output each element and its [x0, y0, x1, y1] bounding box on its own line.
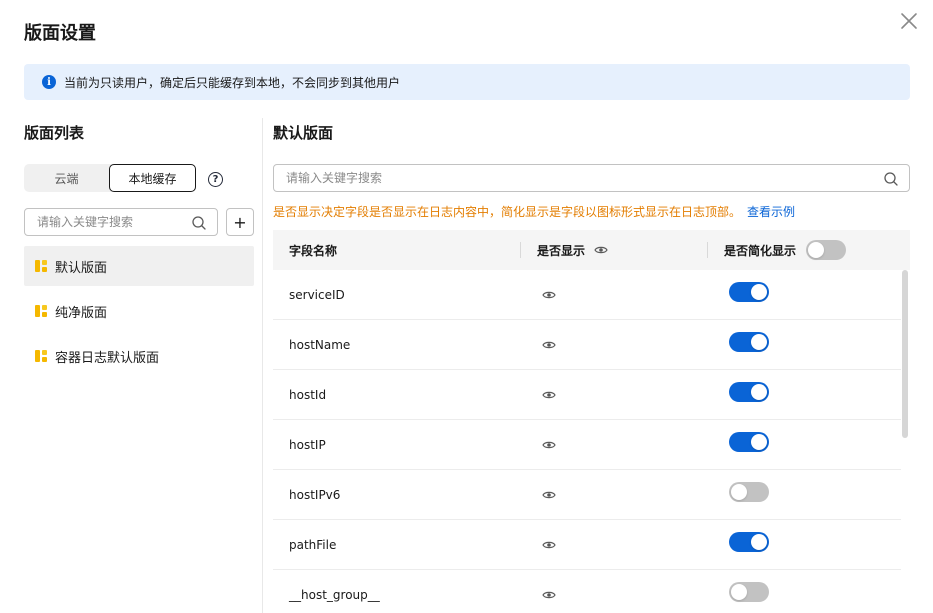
- dialog-title: 版面设置: [24, 23, 96, 44]
- toggle-knob: [751, 534, 767, 550]
- simplify-toggle[interactable]: [729, 332, 769, 352]
- hint-text: 是否显示决定字段是否显示在日志内容中，简化显示是字段以图标形式显示在日志顶部。: [273, 205, 742, 219]
- notice-text: 当前为只读用户，确定后只能缓存到本地，不会同步到其他用户: [64, 75, 401, 90]
- readonly-notice: i 当前为只读用户，确定后只能缓存到本地，不会同步到其他用户: [24, 64, 910, 100]
- field-name: hostIPv6: [289, 488, 341, 502]
- tab-cloud[interactable]: 云端: [24, 164, 109, 192]
- column-header-field-name: 字段名称: [289, 243, 338, 258]
- toggle-knob: [751, 334, 767, 350]
- layout-search-input[interactable]: [25, 209, 217, 235]
- layout-icon: [35, 350, 47, 362]
- field-table-body: serviceID hostName hostId hostIP hostIPv6 pat…: [273, 270, 901, 613]
- eye-icon[interactable]: [542, 538, 556, 552]
- search-icon[interactable]: [883, 171, 899, 187]
- column-divider: [520, 242, 521, 258]
- layout-item[interactable]: 容器日志默认版面: [24, 336, 254, 376]
- simplify-toggle[interactable]: [729, 482, 769, 502]
- simplify-all-toggle[interactable]: [806, 240, 847, 260]
- layout-item-label: 容器日志默认版面: [55, 350, 160, 366]
- column-header-simplify-label: 是否简化显示: [724, 243, 797, 258]
- column-header-display-label: 是否显示: [537, 243, 586, 258]
- toggle-knob: [731, 584, 747, 600]
- eye-icon[interactable]: [542, 438, 556, 452]
- panel-divider: [262, 118, 263, 613]
- column-header-simplify: 是否简化显示: [724, 230, 847, 270]
- tab-local-cache[interactable]: 本地缓存: [109, 164, 196, 192]
- column-divider: [707, 242, 708, 258]
- table-row: serviceID: [273, 270, 901, 320]
- add-layout-button[interactable]: +: [226, 208, 254, 236]
- search-icon[interactable]: [191, 215, 207, 231]
- simplify-toggle[interactable]: [729, 432, 769, 452]
- toggle-knob: [808, 242, 825, 258]
- table-row: hostIPv6: [273, 470, 901, 520]
- toggle-knob: [751, 284, 767, 300]
- eye-icon[interactable]: [542, 488, 556, 502]
- column-header-display: 是否显示: [537, 230, 608, 270]
- table-row: pathFile: [273, 520, 901, 570]
- table-scrollbar[interactable]: [902, 270, 908, 438]
- help-icon[interactable]: ?: [208, 172, 223, 187]
- layout-item[interactable]: 默认版面: [24, 246, 254, 286]
- eye-icon[interactable]: [542, 388, 556, 402]
- display-hint: 是否显示决定字段是否显示在日志内容中，简化显示是字段以图标形式显示在日志顶部。查…: [273, 203, 795, 220]
- storage-segmented-control: 云端 本地缓存: [24, 164, 196, 192]
- eye-icon[interactable]: [542, 288, 556, 302]
- field-name: serviceID: [289, 288, 345, 302]
- field-search-input[interactable]: [274, 165, 909, 191]
- layout-item[interactable]: 纯净版面: [24, 291, 254, 331]
- field-search: [273, 164, 910, 192]
- table-header: 字段名称 是否显示 是否简化显示: [273, 230, 910, 270]
- layout-list: 默认版面纯净版面容器日志默认版面: [24, 246, 254, 381]
- layout-item-label: 纯净版面: [55, 305, 108, 321]
- layout-list-title: 版面列表: [24, 124, 85, 142]
- layout-icon: [35, 260, 47, 272]
- layout-search: [24, 208, 218, 236]
- view-example-link[interactable]: 查看示例: [747, 205, 795, 219]
- field-name: hostIP: [289, 438, 326, 452]
- field-name: __host_group__: [289, 588, 380, 602]
- toggle-knob: [751, 384, 767, 400]
- eye-icon[interactable]: [542, 338, 556, 352]
- layout-detail-title: 默认版面: [273, 124, 334, 142]
- field-name: pathFile: [289, 538, 337, 552]
- info-icon: i: [42, 75, 56, 89]
- simplify-toggle[interactable]: [729, 382, 769, 402]
- table-row: hostIP: [273, 420, 901, 470]
- table-row: __host_group__: [273, 570, 901, 613]
- table-row: hostName: [273, 320, 901, 370]
- close-icon[interactable]: [899, 11, 919, 31]
- eye-icon[interactable]: [594, 243, 608, 257]
- field-name: hostId: [289, 388, 327, 402]
- table-row: hostId: [273, 370, 901, 420]
- eye-icon[interactable]: [542, 588, 556, 602]
- toggle-knob: [731, 484, 747, 500]
- toggle-knob: [751, 434, 767, 450]
- field-name: hostName: [289, 338, 351, 352]
- simplify-toggle[interactable]: [729, 282, 769, 302]
- simplify-toggle[interactable]: [729, 532, 769, 552]
- layout-item-label: 默认版面: [55, 260, 108, 276]
- simplify-toggle[interactable]: [729, 582, 769, 602]
- layout-icon: [35, 305, 47, 317]
